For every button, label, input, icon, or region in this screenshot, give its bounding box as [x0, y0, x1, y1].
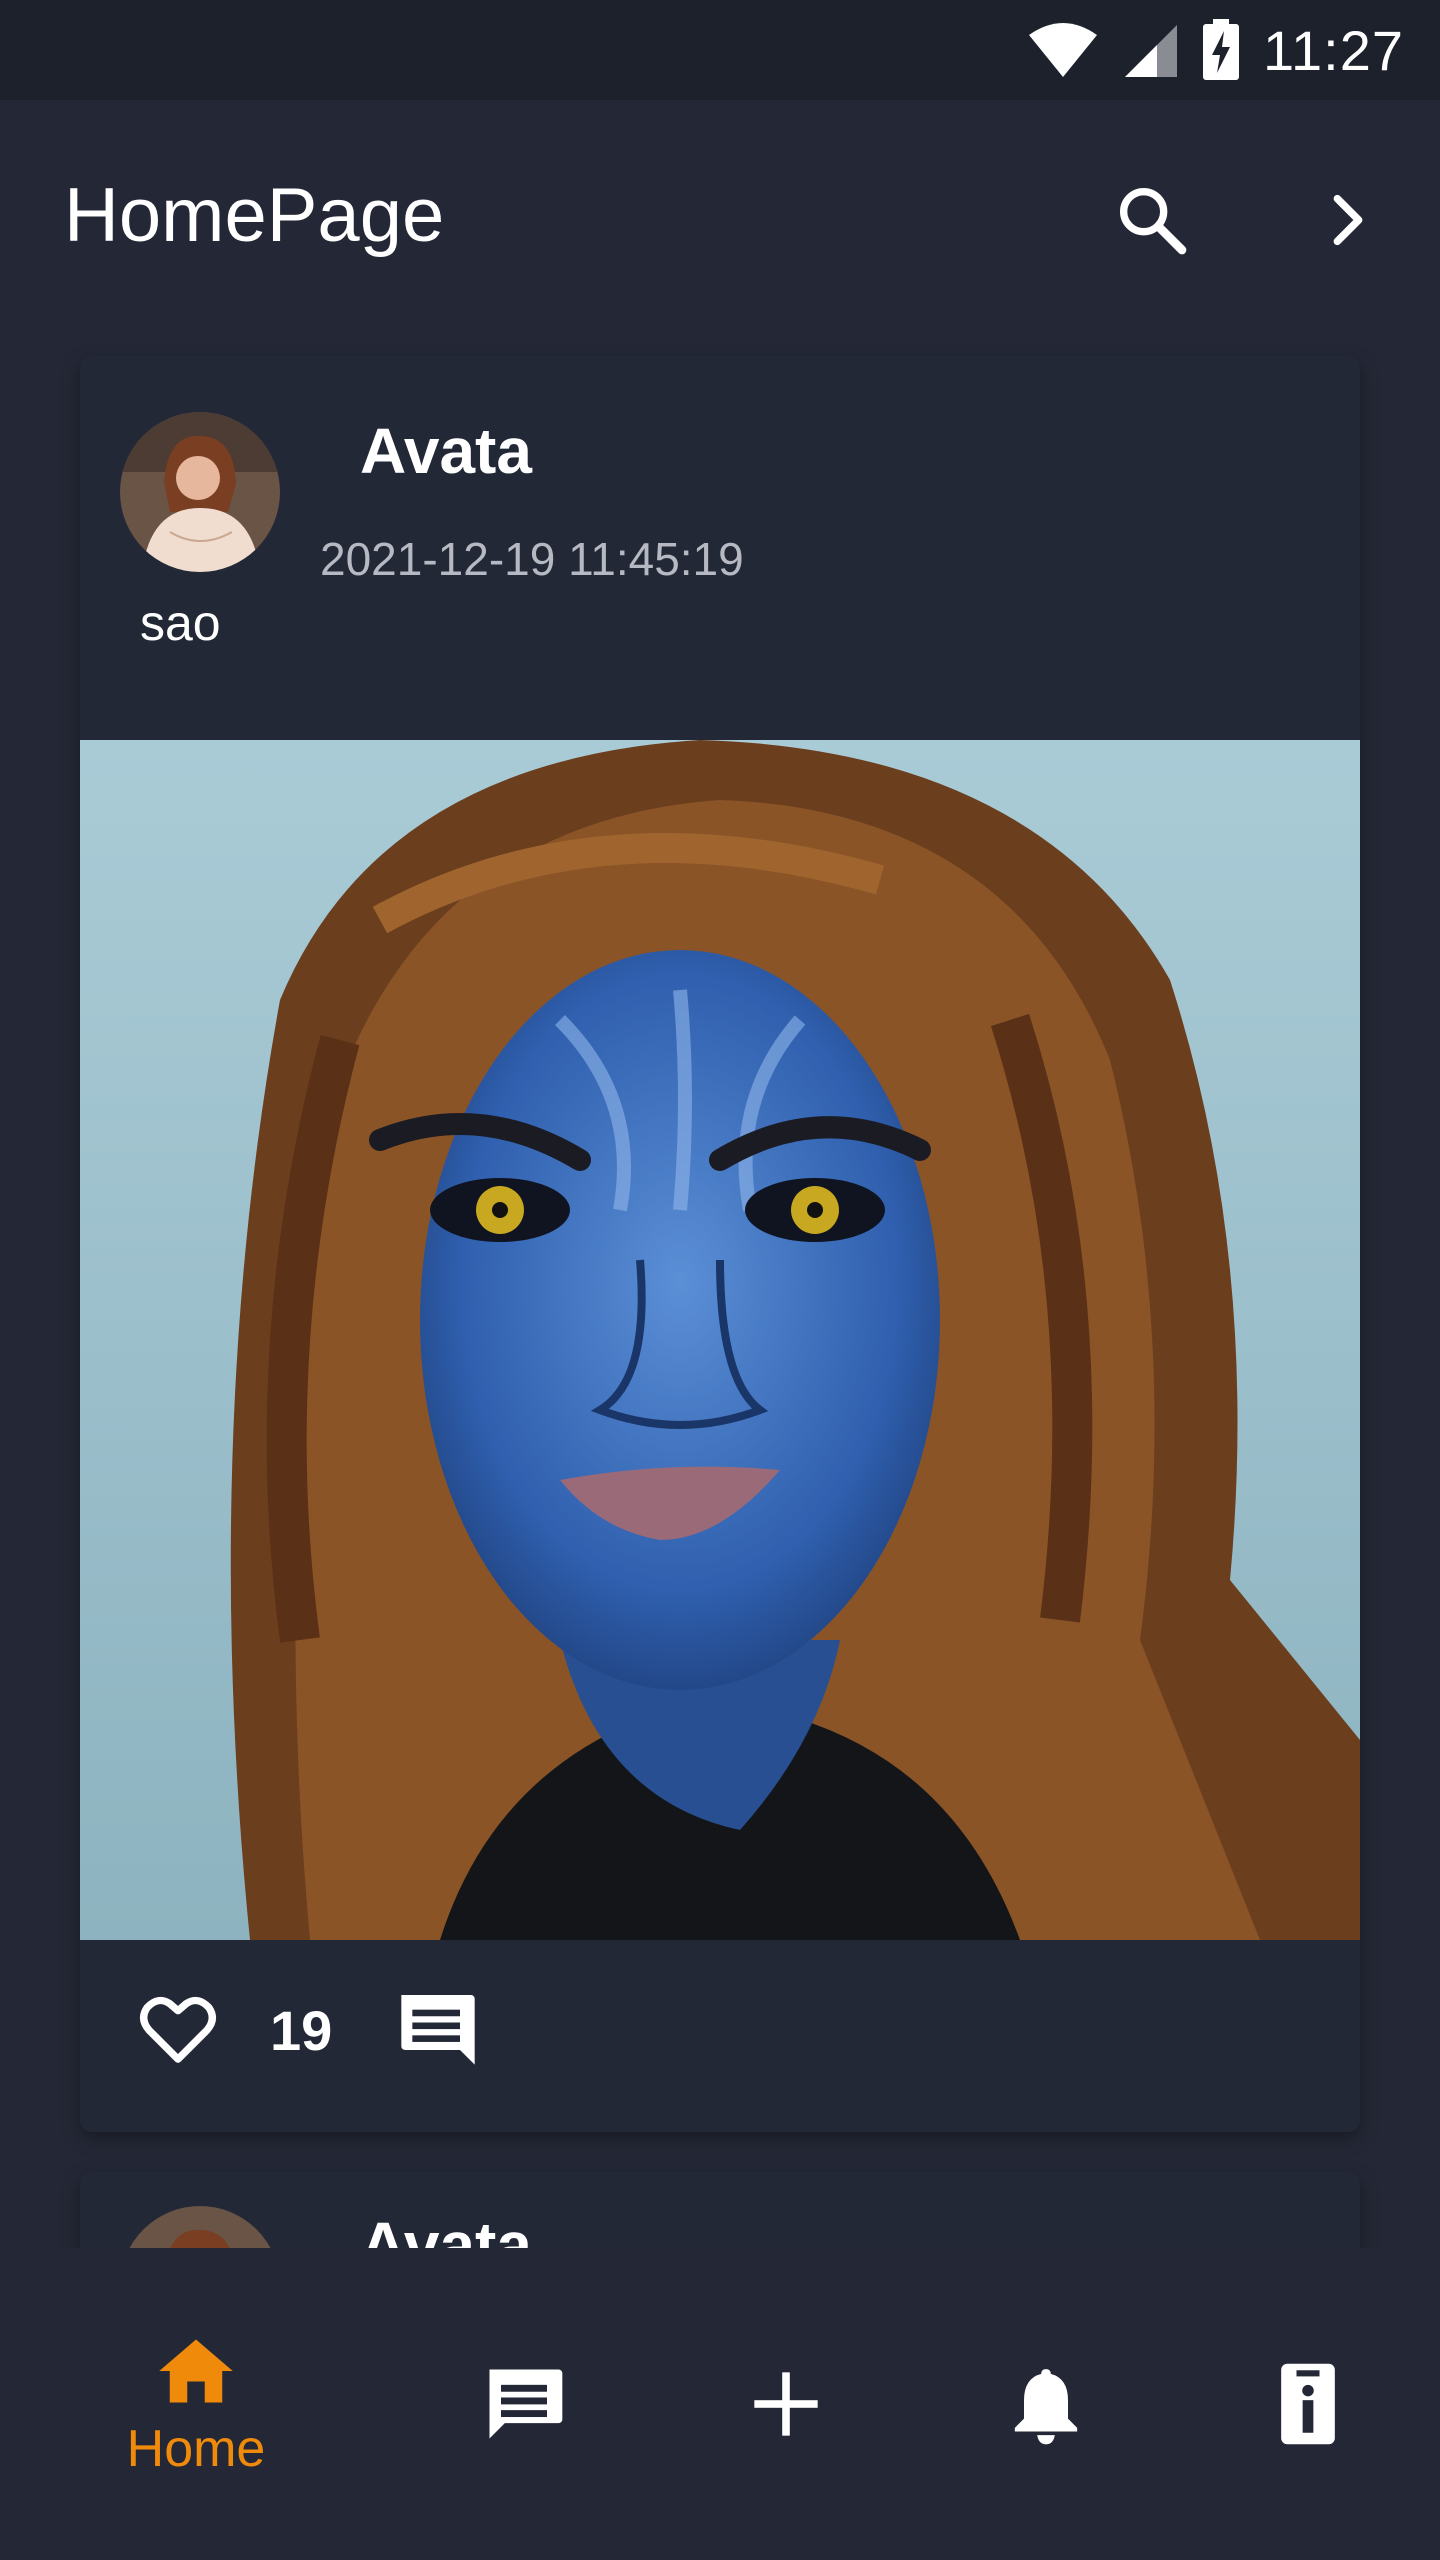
nav-home-label: Home	[126, 2420, 266, 2478]
user-avatar[interactable]	[120, 412, 280, 572]
next-button[interactable]	[1300, 172, 1396, 268]
post-title: Avata	[360, 2209, 532, 2248]
status-time: 11:27	[1263, 18, 1404, 82]
info-icon	[1281, 2363, 1335, 2445]
home-icon	[159, 2339, 233, 2403]
post-date: 2021-12-19 11:45:19	[320, 533, 744, 585]
comment-button[interactable]	[390, 1980, 486, 2076]
post-card[interactable]: Avata	[80, 2172, 1360, 2248]
nav-home[interactable]: Home	[52, 2248, 340, 2560]
page-title: HomePage	[64, 173, 445, 258]
battery-charging-icon	[1203, 19, 1240, 80]
post-title: Avata	[360, 415, 532, 487]
user-avatar[interactable]	[120, 2206, 280, 2248]
comment-icon	[401, 1995, 475, 2065]
post-image[interactable]	[80, 740, 1360, 1940]
add-icon	[754, 2372, 818, 2436]
status-bar: 11:27	[0, 0, 1440, 100]
nav-notifications[interactable]	[902, 2248, 1190, 2560]
nav-profile[interactable]	[1164, 2248, 1440, 2560]
like-count: 19	[270, 1999, 333, 2062]
nav-messages[interactable]	[380, 2248, 668, 2560]
search-icon	[1120, 188, 1187, 255]
post-card[interactable]: Avata 2021-12-19 11:45:19 sao 19	[80, 356, 1360, 2132]
nav-add[interactable]	[642, 2248, 930, 2560]
post-photo	[80, 740, 1360, 1940]
wifi-icon	[1029, 23, 1098, 77]
bell-icon	[1014, 2369, 1078, 2445]
app-bar: HomePage	[0, 100, 1440, 330]
like-button[interactable]	[130, 1980, 226, 2076]
cellular-signal-icon	[1125, 25, 1178, 77]
post-feed[interactable]: Avata 2021-12-19 11:45:19 sao 19 Avata	[0, 330, 1440, 2248]
status-icons: 11:27	[1027, 18, 1404, 82]
avatar-photo	[120, 2206, 280, 2248]
heart-outline-icon	[140, 1996, 216, 2063]
chat-icon	[489, 2369, 563, 2439]
bottom-navigation: Home	[0, 2248, 1440, 2560]
post-username[interactable]: sao	[140, 594, 221, 652]
chevron-right-icon	[1333, 194, 1363, 246]
post-actions: 19	[80, 1940, 1360, 2132]
avatar-photo	[120, 412, 280, 572]
search-button[interactable]	[1104, 172, 1200, 268]
